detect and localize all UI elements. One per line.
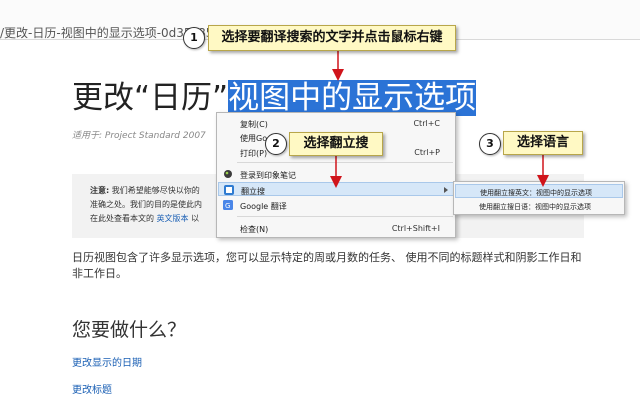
callout-step-2: 选择翻立搜 (289, 132, 383, 156)
note-line-3: 在此处查看本文的 英文版本 以 (90, 213, 199, 224)
menu-item-fanlisou[interactable]: 翻立搜 (218, 182, 454, 196)
section-heading: 您要做什么？ (72, 319, 187, 341)
note-text-3a: 在此处查看本文的 (90, 214, 157, 223)
callout-step-3: 选择语言 (503, 131, 583, 155)
menu-separator (237, 162, 453, 163)
submenu-item-english[interactable]: 使用翻立搜英文：视图中的显示选项 (455, 184, 623, 198)
menu-item-label: 登录到印象笔记 (240, 171, 296, 180)
menu-item-label: Google 翻译 (240, 202, 287, 211)
context-menu: 复制(C) Ctrl+C 使用Go 打印(P) Ctrl+P 登录到印象笔记 翻… (216, 112, 456, 238)
note-text-3b: 以 (188, 214, 200, 223)
translate-search-icon (224, 185, 234, 195)
svg-text:G: G (225, 202, 230, 210)
menu-item-inspect[interactable]: 检查(N) Ctrl+Shift+I (218, 221, 454, 235)
language-submenu: 使用翻立搜英文：视图中的显示选项 使用翻立搜日语：视图中的显示选项 (453, 181, 625, 215)
menu-item-label: 使用Go (240, 134, 268, 143)
title-selected-text[interactable]: 视图中的显示选项 (228, 80, 477, 116)
submenu-item-japanese[interactable]: 使用翻立搜日语：视图中的显示选项 (455, 199, 623, 213)
menu-item-google-translate[interactable]: G Google 翻译 (218, 198, 454, 212)
menu-item-shortcut: Ctrl+P (414, 148, 440, 157)
google-translate-icon: G (223, 200, 233, 210)
menu-item-label: 检查(N) (240, 225, 269, 234)
link-change-titles[interactable]: 更改标题 (72, 381, 112, 396)
menu-item-evernote[interactable]: 登录到印象笔记 (218, 167, 454, 181)
note-line-2: 准确之处。我们的目的是使此内 (90, 199, 202, 210)
note-text-2: 准确之处。我们的目的是使此内 (90, 200, 202, 209)
body-paragraph: 日历视图包含了许多显示选项，您可以显示特定的周或月数的任务、 使用不同的标题样式… (72, 251, 582, 280)
english-version-link[interactable]: 英文版本 (157, 214, 189, 223)
callout-step-1: 选择要翻译搜索的文字并点击鼠标右键 (208, 25, 456, 51)
note-line-1: 注意: 我们希望能够尽快以你的 (90, 185, 200, 196)
menu-item-label: 打印(P) (240, 149, 268, 158)
menu-item-copy[interactable]: 复制(C) Ctrl+C (218, 116, 454, 130)
applies-to: 适用于: Project Standard 2007 (72, 131, 206, 141)
elephant-icon (223, 169, 233, 179)
submenu-item-label: 使用翻立搜日语：视图中的显示选项 (479, 203, 591, 211)
submenu-item-label: 使用翻立搜英文：视图中的显示选项 (480, 189, 592, 197)
step-2-badge: 2 (265, 133, 287, 155)
note-text-1: 我们希望能够尽快以你的 (109, 186, 200, 195)
step-3-badge: 3 (479, 133, 501, 155)
note-label: 注意: (90, 186, 110, 195)
menu-separator (237, 216, 453, 217)
title-prefix: 更改“日历” (72, 80, 229, 116)
menu-item-label: 复制(C) (240, 120, 268, 129)
menu-item-label: 翻立搜 (241, 187, 265, 196)
menu-item-shortcut: Ctrl+Shift+I (391, 224, 440, 233)
link-change-dates[interactable]: 更改显示的日期 (72, 354, 142, 369)
step-1-badge: 1 (183, 27, 205, 49)
submenu-arrow-icon (444, 187, 448, 193)
menu-item-shortcut: Ctrl+C (413, 119, 440, 128)
